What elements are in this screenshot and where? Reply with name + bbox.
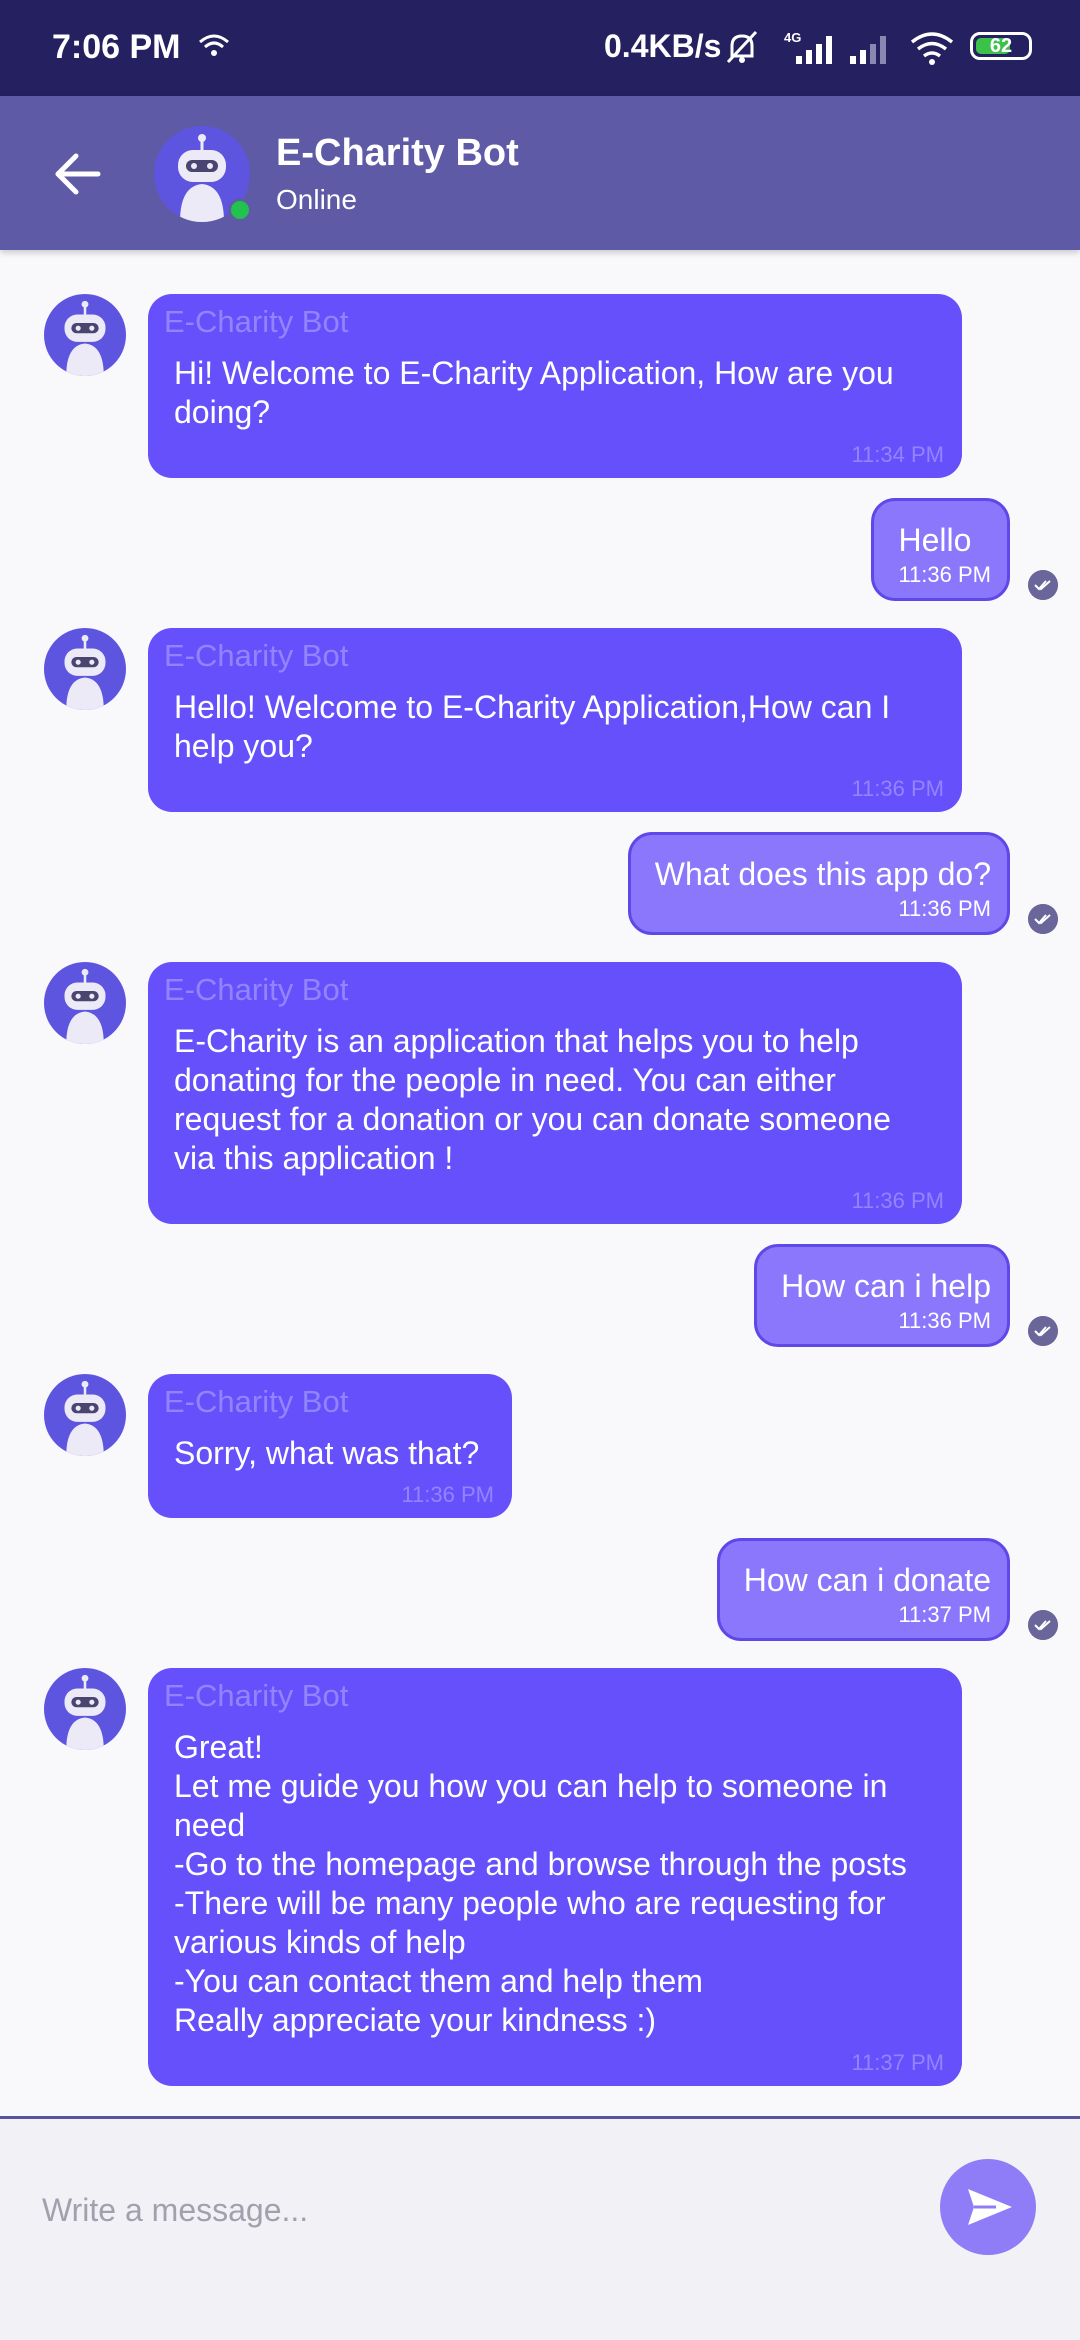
user-message[interactable]: How can i donate 11:37 PM [716,1538,1010,1641]
battery-level: 62 [989,35,1013,57]
message-time: 11:34 PM [851,442,944,467]
user-message[interactable]: What does this app do? 11:36 PM [627,832,1010,935]
message-time: 11:36 PM [851,1188,944,1213]
read-tick-icon [1028,904,1058,934]
read-tick-icon [1028,1316,1058,1346]
chat-title: E-Charity Bot [276,132,519,174]
bot-avatar [44,1374,126,1456]
message-text: How can i help [781,1268,991,1304]
bot-avatar [44,628,126,710]
message-input[interactable] [40,2179,884,2241]
robot-icon [64,634,106,710]
robot-icon [64,1674,106,1750]
bot-message[interactable]: E-Charity Bot Hi! Welcome to E-Charity A… [148,294,962,478]
message-text: E-Charity is an application that helps y… [174,1023,900,1176]
sender-name: E-Charity Bot [164,972,349,1007]
message-text: Hello! Welcome to E-Charity Application,… [174,689,900,764]
bot-message[interactable]: E-Charity Bot E-Charity is an applicatio… [148,962,962,1224]
user-message[interactable]: Hello 11:36 PM [871,498,1010,601]
sender-name: E-Charity Bot [164,1678,349,1713]
svg-text:4G: 4G [784,30,801,45]
message-text: What does this app do? [654,856,991,892]
bot-avatar [44,1668,126,1750]
message-time: 11:36 PM [401,1482,494,1507]
composer [0,2116,1080,2340]
robot-icon [64,1380,106,1456]
message-time: 11:36 PM [898,896,991,921]
signal-4g-icon: 4G [784,30,832,64]
sender-name: E-Charity Bot [164,638,349,673]
message-time: 11:37 PM [898,1602,991,1627]
message-text: Sorry, what was that? [174,1435,480,1471]
send-icon [968,2189,1012,2225]
status-bar: 7:06 PM 0.4KB/s 4G 62 [0,0,1080,96]
read-tick-icon [1028,570,1058,600]
bot-message[interactable]: E-Charity Bot Sorry, what was that? 11:3… [148,1374,512,1518]
bot-avatar [44,294,126,376]
robot-icon [64,300,106,376]
message-time: 11:36 PM [898,562,991,587]
read-tick-icon [1028,1610,1058,1640]
chat-header: E-Charity Bot Online [0,96,1080,250]
mute-bell-icon [726,30,758,64]
hotspot-icon [199,34,229,56]
chat-status: Online [276,184,357,215]
sender-name: E-Charity Bot [164,1384,349,1419]
online-indicator [228,198,252,222]
network-speed: 0.4KB/s [604,28,722,64]
bot-message[interactable]: E-Charity Bot Hello! Welcome to E-Charit… [148,628,962,812]
status-time: 7:06 PM [52,28,181,66]
user-message[interactable]: How can i help 11:36 PM [754,1244,1010,1347]
sender-name: E-Charity Bot [164,304,349,339]
send-button[interactable] [940,2159,1036,2255]
wifi-icon [910,32,954,65]
message-text: Hello [898,522,972,558]
message-time: 11:36 PM [851,776,944,801]
message-time: 11:37 PM [851,2050,944,2075]
bot-avatar [44,962,126,1044]
battery-icon: 62 [970,32,1032,60]
message-time: 11:36 PM [898,1308,991,1333]
message-text: Great! Let me guide you how you can help… [174,1729,907,2038]
message-text: How can i donate [743,1562,991,1598]
message-list[interactable]: E-Charity Bot Hi! Welcome to E-Charity A… [0,250,1080,2116]
message-text: Hi! Welcome to E-Charity Application, Ho… [174,355,903,430]
back-button[interactable] [48,144,108,204]
robot-icon [64,968,106,1044]
bot-message[interactable]: E-Charity Bot Great! Let me guide you ho… [148,1668,962,2086]
signal-icon [850,36,886,64]
